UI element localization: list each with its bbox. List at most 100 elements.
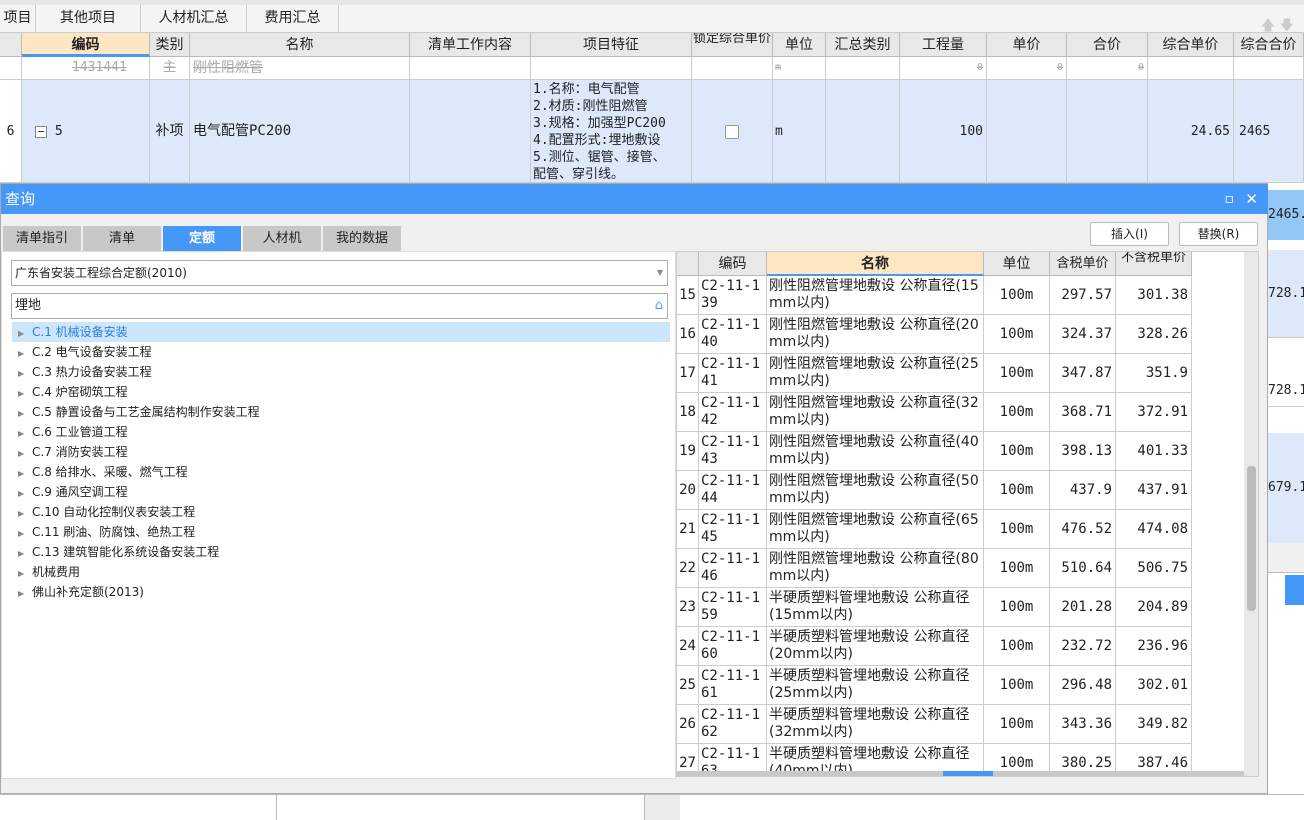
tree-item[interactable]: ▶ C.4 炉窑砌筑工程 <box>12 382 670 402</box>
maximize-icon[interactable]: ▫ <box>1225 184 1235 214</box>
expand-arrow-icon[interactable]: ▶ <box>12 544 32 564</box>
header-comp-unit-price[interactable]: 综合单价 <box>1148 33 1234 57</box>
header-work-content[interactable]: 清单工作内容 <box>410 33 531 57</box>
expand-arrow-icon[interactable]: ▶ <box>12 484 32 504</box>
grid-cell-name: 刚性阻燃管埋地敷设 公称直径(40mm以内) <box>767 432 984 471</box>
tab-labor-material[interactable]: 人材机 <box>243 226 321 251</box>
lock-price-checkbox[interactable] <box>725 125 739 139</box>
quota-library-select[interactable]: 广东省安装工程综合定额(2010) ▼ <box>11 260 668 286</box>
row-qty[interactable]: 100 <box>900 80 987 183</box>
dialog-title-bar[interactable]: 查询 ▫ ✕ <box>1 184 1268 214</box>
main-tab-bar: 项目 其他项目 人材机汇总 费用汇总 🡅 🡇 <box>0 5 1304 34</box>
expand-arrow-icon[interactable]: ▶ <box>12 524 32 544</box>
tree-item[interactable]: ▶ C.5 静置设备与工艺金属结构制作安装工程 <box>12 402 670 422</box>
row-name[interactable]: 电气配管PC200 <box>190 80 410 183</box>
bg-value: 679.1 <box>1268 433 1304 543</box>
dropdown-arrow-icon[interactable]: ▼ <box>657 261 663 285</box>
grid-cell-notax: 372.91 <box>1116 393 1192 432</box>
header-code[interactable]: 编码 <box>22 33 150 57</box>
grid-header-code[interactable]: 编码 <box>699 252 767 276</box>
header-quantity[interactable]: 工程量 <box>900 33 987 57</box>
scrollbar-thumb[interactable] <box>1247 466 1256 611</box>
row-features[interactable]: 1.名称：电气配管 2.材质:刚性阻燃管 3.规格：加强型PC200 4.配置形… <box>531 80 692 183</box>
move-up-icon[interactable]: 🡅 <box>1261 18 1275 34</box>
expand-arrow-icon[interactable]: ▶ <box>12 384 32 404</box>
grid-cell-name: 半硬质塑料管埋地敷设 公称直径(32mm以内) <box>767 705 984 744</box>
tree-item[interactable]: ▶ C.3 热力设备安装工程 <box>12 362 670 382</box>
tab-project[interactable]: 项目 <box>0 5 36 32</box>
tree-item[interactable]: ▶ C.8 给排水、采暖、燃气工程 <box>12 462 670 482</box>
tab-quota[interactable]: 定额 <box>163 226 241 251</box>
header-total[interactable]: 合价 <box>1067 33 1148 57</box>
tree-item[interactable]: ▶ C.6 工业管道工程 <box>12 422 670 442</box>
tree-item[interactable]: ▶ C.1 机械设备安装 <box>12 322 670 342</box>
grid-cell-num: 20 <box>677 471 699 510</box>
grid-cell-notax: 301.38 <box>1116 276 1192 315</box>
tree-item[interactable]: ▶ C.10 自动化控制仪表安装工程 <box>12 502 670 522</box>
row-code-cell: − 5 <box>22 80 150 183</box>
grid-header-name[interactable]: 名称 <box>767 252 984 276</box>
grid-cell-name: 刚性阻燃管埋地敷设 公称直径(32mm以内) <box>767 393 984 432</box>
grid-cell-num: 23 <box>677 588 699 627</box>
expand-arrow-icon[interactable]: ▶ <box>12 364 32 384</box>
grid-header-tax-price[interactable]: 含税单价 <box>1050 252 1116 276</box>
expand-arrow-icon[interactable]: ▶ <box>12 404 32 424</box>
expand-arrow-icon[interactable]: ▶ <box>12 424 32 444</box>
tab-list-guide[interactable]: 清单指引 <box>3 226 81 251</box>
tree-item[interactable]: ▶ C.11 刷油、防腐蚀、绝热工程 <box>12 522 670 542</box>
header-unit-price[interactable]: 单价 <box>987 33 1067 57</box>
tree-item[interactable]: ▶ 佛山补充定额(2013) <box>12 582 670 602</box>
expand-arrow-icon[interactable]: ▶ <box>12 584 32 604</box>
header-comp-total[interactable]: 综合合价 <box>1234 33 1304 57</box>
collapse-icon[interactable]: − <box>35 125 47 138</box>
tree-item[interactable]: ▶ C.2 电气设备安装工程 <box>12 342 670 362</box>
header-unit[interactable]: 单位 <box>773 33 826 57</box>
header-summary-type[interactable]: 汇总类别 <box>826 33 900 57</box>
tree-item[interactable]: ▶ C.9 通风空调工程 <box>12 482 670 502</box>
replace-button[interactable]: 替换(R) <box>1179 222 1258 246</box>
grid-header-notax-price[interactable]: 不含税单价 <box>1116 252 1192 276</box>
query-dialog: 查询 ▫ ✕ 清单指引 清单 定额 人材机 我的数据 插入(I) 替换(R) 广… <box>0 183 1268 794</box>
grid-cell-unit: 100m <box>984 315 1050 354</box>
tree-item[interactable]: ▶ C.13 建筑智能化系统设备安装工程 <box>12 542 670 562</box>
tree-item[interactable]: ▶ C.7 消防安装工程 <box>12 442 670 462</box>
tree-item[interactable]: ▶ 机械费用 <box>12 562 670 582</box>
grid-cell-code: C2-11-146 <box>699 549 767 588</box>
tab-other-items[interactable]: 其他项目 <box>36 5 141 32</box>
row-total: 0 <box>1067 57 1148 80</box>
close-icon[interactable]: ✕ <box>1245 184 1258 214</box>
feature-line: 4.配置形式:埋地敷设 <box>533 133 661 148</box>
insert-button[interactable]: 插入(I) <box>1090 222 1169 246</box>
expand-arrow-icon[interactable]: ▶ <box>12 504 32 524</box>
expand-arrow-icon[interactable]: ▶ <box>12 564 32 584</box>
header-type[interactable]: 类别 <box>150 33 190 57</box>
tab-list[interactable]: 清单 <box>83 226 161 251</box>
header-features[interactable]: 项目特征 <box>531 33 692 57</box>
grid-cell-code: C2-11-143 <box>699 432 767 471</box>
expand-arrow-icon[interactable]: ▶ <box>12 464 32 484</box>
grid-header-unit[interactable]: 单位 <box>984 252 1050 276</box>
row-comp-total: 2465 <box>1234 80 1304 183</box>
header-lock-price[interactable]: 锁定综合单价 <box>692 33 773 57</box>
row-type: 补项 <box>150 80 190 183</box>
expand-arrow-icon[interactable]: ▶ <box>12 344 32 364</box>
tree-item-label: C.13 建筑智能化系统设备安装工程 <box>32 545 220 559</box>
tree-item-label: C.1 机械设备安装 <box>32 325 128 339</box>
search-input[interactable]: 埋地 ⌂ <box>11 293 668 319</box>
vertical-scrollbar[interactable] <box>1244 252 1258 776</box>
tab-cost-summary[interactable]: 费用汇总 <box>247 5 339 32</box>
clear-brush-icon[interactable]: ⌂ <box>655 294 663 318</box>
grid-cell-num: 24 <box>677 627 699 666</box>
tree-item-label: C.2 电气设备安装工程 <box>32 345 152 359</box>
horizontal-splitter[interactable] <box>677 771 1244 776</box>
grid-cell-code: C2-11-144 <box>699 471 767 510</box>
expand-arrow-icon[interactable]: ▶ <box>12 324 32 344</box>
tab-labor-material-summary[interactable]: 人材机汇总 <box>141 5 247 32</box>
grid-cell-name: 刚性阻燃管埋地敷设 公称直径(20mm以内) <box>767 315 984 354</box>
move-down-icon[interactable]: 🡇 <box>1280 18 1294 34</box>
tab-my-data[interactable]: 我的数据 <box>323 226 401 251</box>
tree-item-label: C.5 静置设备与工艺金属结构制作安装工程 <box>32 405 260 419</box>
expand-arrow-icon[interactable]: ▶ <box>12 444 32 464</box>
header-name[interactable]: 名称 <box>190 33 410 57</box>
grid-cell-tax: 297.57 <box>1050 276 1116 315</box>
